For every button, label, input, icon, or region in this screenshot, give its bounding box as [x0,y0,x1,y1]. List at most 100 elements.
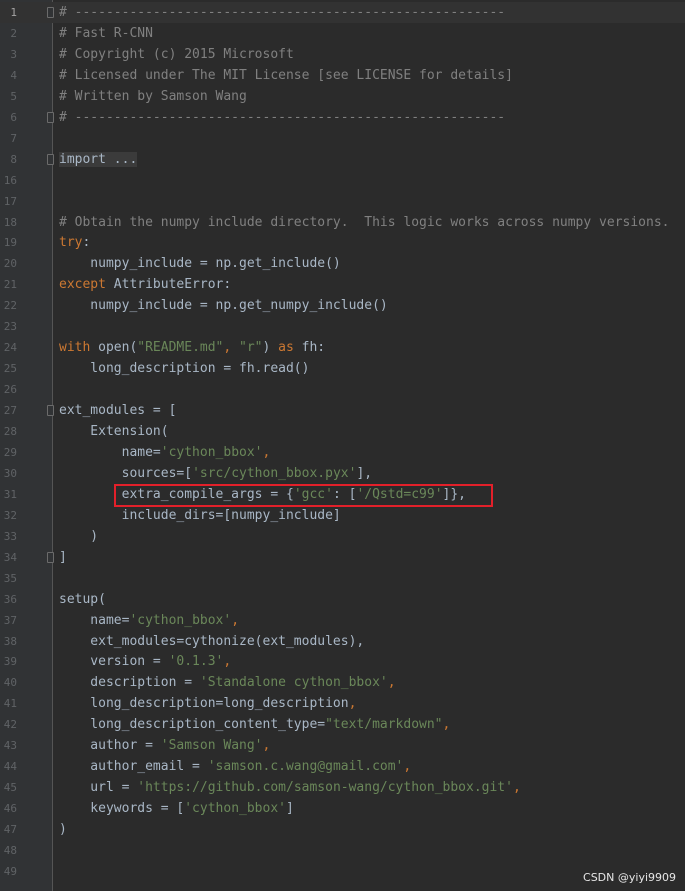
fold-marker-icon[interactable] [47,153,54,165]
line-number: 30 [3,466,17,480]
code-token: # --------------------------------------… [59,5,506,20]
code-token: author_email = [59,759,208,775]
code-text: except AttributeError: [59,274,231,295]
code-line[interactable]: 38 ext_modules=cythonize(ext_modules), [0,631,685,652]
code-line[interactable]: 23 [0,316,685,337]
code-line[interactable]: 37 name='cython_bbox', [0,610,685,631]
code-token: , [262,444,271,460]
code-line[interactable]: 39 version = '0.1.3', [0,651,685,672]
code-text: version = '0.1.3', [59,651,231,672]
code-token: long_description_content_type= [59,717,326,733]
code-text: with open("README.md", "r") as fh: [59,337,325,358]
code-text: include_dirs=[numpy_include] [59,505,341,526]
code-text: # Fast R-CNN [59,23,153,44]
line-number: 34 [3,550,17,564]
code-line[interactable]: 40 description = 'Standalone cython_bbox… [0,672,685,693]
fold-marker-icon[interactable] [47,551,54,563]
code-line[interactable]: 46 keywords = ['cython_bbox'] [0,798,685,819]
code-line[interactable]: 26 [0,379,685,400]
code-line[interactable]: 2 # Fast R-CNN [0,23,685,44]
code-token: include_dirs=[numpy_include] [59,507,341,523]
code-token: long_description = fh.read() [59,361,310,377]
code-line[interactable]: 22 numpy_include = np.get_numpy_include(… [0,295,685,316]
code-token: , [223,654,232,670]
code-line[interactable]: 45 url = 'https://github.com/samson-wang… [0,777,685,798]
code-line[interactable]: 25 long_description = fh.read() [0,358,685,379]
code-line[interactable]: 36 setup( [0,589,685,610]
code-line[interactable]: 19 try: [0,232,685,253]
fold-marker-icon[interactable] [47,405,54,417]
code-token: version = [59,654,169,670]
code-token: sources=[ [59,465,193,481]
code-line[interactable]: 44 author_email = 'samson.c.wang@gmail.c… [0,756,685,777]
code-line[interactable]: 32 include_dirs=[numpy_include] [0,505,685,526]
code-line[interactable]: 18 # Obtain the numpy include directory. … [0,212,685,233]
code-line[interactable]: 5 # Written by Samson Wang [0,86,685,107]
code-token: ext_modules = [ [59,403,177,419]
code-line[interactable]: 48 [0,840,685,861]
code-line[interactable]: 24 with open("README.md", "r") as fh: [0,337,685,358]
line-number: 29 [3,445,17,459]
code-text: # --------------------------------------… [59,2,505,23]
code-line[interactable]: 16 [0,170,685,191]
code-token: long_description=long_description [59,696,349,712]
code-line[interactable]: 4 # Licensed under The MIT License [see L… [0,65,685,86]
line-number: 3 [10,47,17,61]
code-line[interactable]: 1 # -------------------------------------… [0,2,685,23]
code-token: name= [59,444,161,460]
code-token: # Fast R-CNN [59,25,153,41]
code-line[interactable]: 28 Extension( [0,421,685,442]
highlight-annotation-box [114,484,493,507]
code-text: sources=['src/cython_bbox.pyx'], [59,463,372,484]
line-number: 2 [10,26,17,40]
code-line[interactable]: 30 sources=['src/cython_bbox.pyx'], [0,463,685,484]
code-text: keywords = ['cython_bbox'] [59,798,294,819]
code-token: , [231,612,240,628]
code-line[interactable]: 6 # -------------------------------------… [0,107,685,128]
code-token: "text/markdown" [325,717,443,733]
code-token: , [512,780,521,796]
code-line[interactable]: 34] [0,547,685,568]
line-number: 40 [3,676,17,690]
line-number: 33 [3,529,17,543]
line-number: 21 [3,278,17,292]
code-line[interactable]: 27 ext_modules = [ [0,400,685,421]
code-token: # Copyright (c) 2015 Microsoft [59,46,294,62]
code-line[interactable]: 29 name='cython_bbox', [0,442,685,463]
code-token: fh: [293,340,326,356]
code-token: 'cython_bbox' [184,801,286,817]
code-line[interactable]: 7 [0,128,685,149]
fold-marker-icon[interactable] [47,111,54,123]
code-line[interactable]: 47) [0,819,685,840]
code-token: "README.md" [137,340,224,356]
line-number: 1 [10,6,17,19]
code-token: 'cython_bbox' [160,444,263,460]
code-token: 'Samson Wang' [160,738,263,754]
code-line[interactable]: 17 [0,191,685,212]
code-text: try: [59,232,90,253]
code-token: with [59,340,91,356]
code-line[interactable]: 35 [0,568,685,589]
code-text: ] [59,547,67,568]
code-token: description = [59,675,200,691]
line-number: 5 [10,89,17,103]
code-token: AttributeError: [105,277,232,293]
fold-marker-icon[interactable] [47,7,54,18]
line-number: 17 [3,194,17,208]
code-token: ) [59,528,99,544]
code-line[interactable]: 41 long_description=long_description, [0,693,685,714]
code-token: # Obtain the numpy include directory. Th… [59,214,670,230]
code-text: ext_modules=cythonize(ext_modules), [59,631,364,652]
code-line[interactable]: 43 author = 'Samson Wang', [0,735,685,756]
code-line[interactable]: 3 # Copyright (c) 2015 Microsoft [0,44,685,65]
code-line[interactable]: 21 except AttributeError: [0,274,685,295]
code-line[interactable]: 42 long_description_content_type="text/m… [0,714,685,735]
code-token: 'https://github.com/samson-wang/cython_b… [137,780,513,796]
line-number: 45 [3,781,17,795]
code-line[interactable]: 8 import ... [0,149,685,170]
code-line[interactable]: 33 ) [0,526,685,547]
code-line[interactable]: 20 numpy_include = np.get_include() [0,253,685,274]
code-editor[interactable]: 1 # -------------------------------------… [0,0,685,891]
line-number: 25 [3,362,17,376]
code-text: Extension( [59,421,168,442]
